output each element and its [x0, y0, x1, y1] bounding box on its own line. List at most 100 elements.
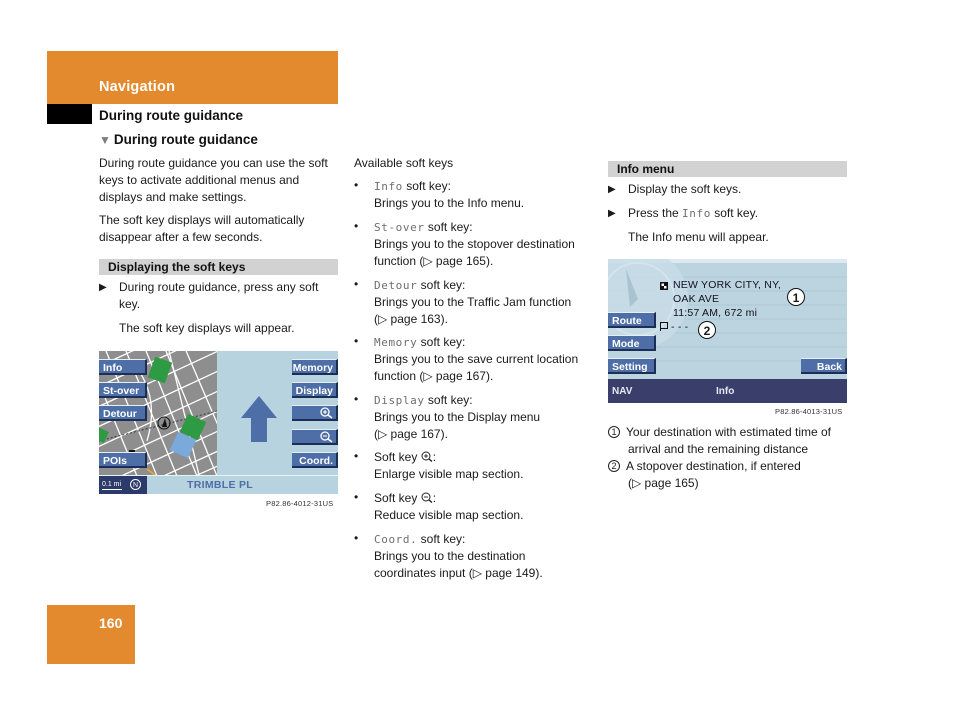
zoom-out-icon	[421, 492, 433, 504]
scale-bar	[102, 489, 122, 490]
menu-label: Info	[716, 386, 735, 397]
item-title: Memory soft key:	[374, 334, 578, 351]
text-line: During route guidance, press any soft	[119, 280, 319, 294]
section-title: During route guidance	[99, 108, 244, 123]
soft-key-name: Coord.	[374, 533, 418, 546]
legend-number: 1	[608, 426, 620, 438]
step-text: Display the soft keys.	[628, 182, 742, 196]
bullet: •	[354, 277, 359, 291]
bullet: •	[354, 178, 359, 192]
legend-item: 1 Your destination with estimated time of	[608, 424, 831, 441]
item-body: Info soft key: Brings you to the Info me…	[374, 178, 524, 212]
text-line: During route guidance you can use the so…	[99, 156, 328, 170]
destination-flag-icon	[660, 282, 668, 290]
item-title: Detour soft key:	[374, 277, 571, 294]
text-line: The soft key displays will automatically	[99, 213, 305, 227]
softkey-detour[interactable]: Detour	[99, 405, 147, 421]
item-desc[interactable]: function (▷ page 165).	[374, 253, 575, 270]
softkey-route[interactable]: Route	[608, 312, 656, 328]
step-text-post: soft key.	[710, 206, 759, 220]
zoom-in-icon	[421, 451, 433, 463]
step-arrow-icon: ▶	[608, 208, 616, 219]
item-body: Display soft key: Brings you to the Disp…	[374, 392, 540, 443]
zoom-out-icon	[320, 431, 333, 443]
legend-number: 2	[608, 460, 620, 472]
text-line: keys to activate additional menus and	[99, 173, 300, 187]
text-line: disappear after a few seconds.	[99, 230, 263, 244]
softkey-zoom-in[interactable]	[292, 405, 338, 421]
item-desc: Reduce visible map section.	[374, 508, 524, 522]
softkey-memory[interactable]: Memory	[292, 359, 338, 375]
item-desc: Brings you to the save current location	[374, 352, 579, 366]
bullet: •	[354, 449, 359, 463]
info-menu-screen: NEW YORK CITY, NY, OAK AVE 11:57 AM, 672…	[608, 259, 847, 403]
page-number: 160	[99, 615, 123, 631]
instruction-step: ▶ During route guidance, press any soft …	[99, 279, 339, 319]
item-suffix: :	[432, 450, 437, 464]
item-title: Soft key :	[374, 490, 523, 507]
item-suffix: soft key:	[402, 179, 451, 193]
direction-arrow-up-icon	[241, 396, 277, 442]
chapter-header-bar	[47, 51, 338, 104]
softkey-setting[interactable]: Setting	[608, 358, 656, 374]
bullet: •	[354, 219, 359, 233]
softkey-st-over[interactable]: St-over	[99, 382, 147, 398]
legend-text[interactable]: (▷ page 165)	[628, 475, 699, 492]
item-title: Info soft key:	[374, 178, 524, 195]
available-soft-keys-heading: Available soft keys	[354, 156, 454, 170]
legend-item: 2 A stopover destination, if entered	[608, 458, 801, 475]
item-prefix: Soft key	[374, 491, 421, 505]
down-triangle-icon: ▼	[99, 133, 111, 147]
stopover-flag-icon	[660, 322, 668, 331]
destination-street: OAK AVE	[673, 293, 720, 305]
auto-hide-paragraph: The soft key displays will automatically…	[99, 212, 304, 246]
stopover-value: - - -	[671, 321, 689, 333]
item-desc[interactable]: (▷ page 167).	[374, 426, 540, 443]
item-desc: Enlarge visible map section.	[374, 467, 524, 481]
soft-key-name: Memory	[374, 336, 418, 349]
bullet: •	[354, 392, 359, 406]
softkey-coord[interactable]: Coord.	[292, 452, 338, 468]
item-desc[interactable]: coordinates input (▷ page 149).	[374, 565, 543, 582]
softkey-display[interactable]: Display	[292, 382, 338, 398]
subsection-title: ▼ During route guidance	[99, 132, 258, 147]
section-marker	[47, 104, 92, 124]
legend-text: A stopover destination, if entered	[626, 459, 801, 473]
step-arrow-icon: ▶	[99, 282, 107, 293]
soft-key-name: St-over	[374, 221, 425, 234]
softkey-pois[interactable]: POIs	[99, 452, 147, 468]
softkey-info[interactable]: Info	[99, 359, 147, 375]
soft-key-name: Info	[682, 207, 711, 220]
instruction-step: ▶ Display the soft keys.	[608, 181, 848, 199]
item-desc: Brings you to the stopover destination	[374, 237, 575, 251]
item-suffix: soft key:	[424, 220, 473, 234]
item-desc[interactable]: function (▷ page 167).	[374, 368, 578, 385]
item-suffix: soft key:	[417, 278, 466, 292]
item-suffix: :	[432, 491, 437, 505]
step-arrow-icon: ▶	[608, 184, 616, 195]
softkey-back[interactable]: Back	[801, 358, 847, 374]
figure-caption: P82.86-4012-31US	[266, 499, 334, 508]
arrival-time-distance: 11:57 AM, 672 mi	[673, 307, 758, 319]
item-suffix: soft key:	[424, 393, 473, 407]
step-text: Press the Info soft key.	[628, 205, 758, 222]
item-title: St-over soft key:	[374, 219, 575, 236]
softkey-zoom-out[interactable]	[292, 429, 338, 445]
item-body: Soft key : Enlarge visible map section.	[374, 449, 523, 483]
legend-text: arrival and the remaining distance	[628, 442, 809, 456]
item-desc: Brings you to the Info menu.	[374, 196, 525, 210]
item-desc: Brings you to the destination	[374, 549, 526, 563]
item-prefix: Soft key	[374, 450, 421, 464]
instruction-step: ▶ Press the Info soft key.	[608, 205, 848, 223]
scale-label: 0.1 mi	[102, 481, 122, 488]
figure-caption: P82.86-4013-31US	[775, 407, 843, 416]
bullet: •	[354, 490, 359, 504]
compass-icon[interactable]: N	[130, 479, 141, 490]
displaying-soft-keys-heading: Displaying the soft keys	[99, 259, 338, 275]
softkey-mode[interactable]: Mode	[608, 335, 656, 351]
item-desc[interactable]: (▷ page 163).	[374, 311, 571, 328]
step-text: During route guidance, press any soft ke…	[119, 279, 318, 313]
intro-paragraph: During route guidance you can use the so…	[99, 155, 328, 206]
text-line: key.	[119, 297, 141, 311]
bullet: •	[354, 334, 359, 348]
